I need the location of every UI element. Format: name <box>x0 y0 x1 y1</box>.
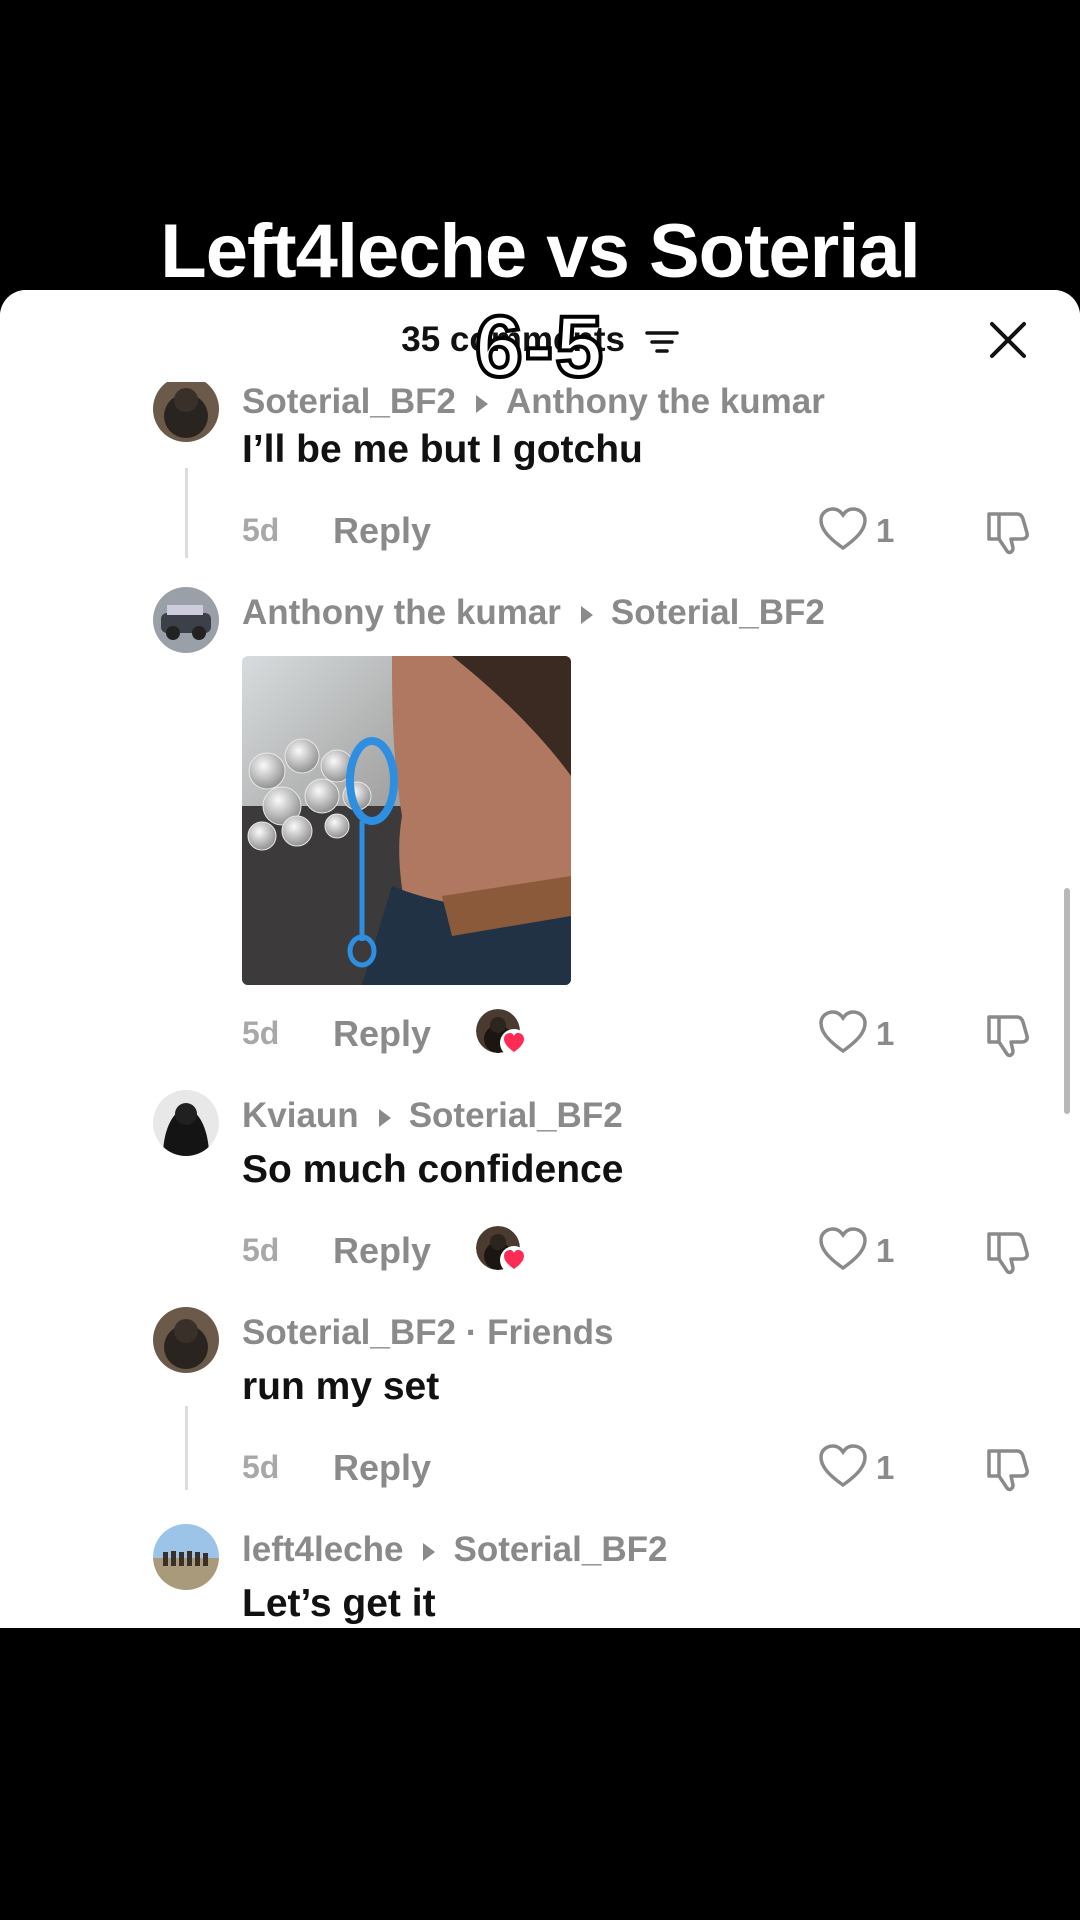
reply-to-name[interactable]: Soterial_BF2 <box>453 1530 667 1569</box>
author-name[interactable]: left4leche <box>242 1530 403 1569</box>
reply-button[interactable]: Reply <box>333 1447 431 1489</box>
comment-time: 5d <box>242 1449 280 1485</box>
reply-arrow-icon <box>423 1542 436 1561</box>
comment-text: Let’s get it <box>242 1582 436 1625</box>
author-name[interactable]: Kviaun <box>242 1096 359 1135</box>
comment-text: So much confidence <box>242 1148 624 1191</box>
reply-to-name[interactable]: Soterial_BF2 <box>611 593 825 632</box>
comment-author[interactable]: Kviaun Soterial_BF2 <box>242 1096 623 1136</box>
gif-image[interactable] <box>242 656 571 985</box>
dislike-icon[interactable] <box>983 1443 1033 1493</box>
comments-list[interactable]: Soterial_BF2 Anthony the kumar I’ll be me… <box>0 290 1080 1628</box>
score-overlay: 6-5 <box>473 297 606 397</box>
like-count: 1 <box>876 512 895 549</box>
heart-icon[interactable] <box>818 1009 868 1055</box>
creator-liked-heart-icon <box>500 1029 528 1057</box>
like-count: 1 <box>876 1232 895 1269</box>
dislike-icon[interactable] <box>983 506 1033 556</box>
creator-liked-heart-icon <box>500 1246 528 1274</box>
dislike-icon[interactable] <box>983 1226 1033 1276</box>
comment-time: 5d <box>242 512 280 548</box>
reply-to-name[interactable]: Soterial_BF2 <box>409 1096 623 1135</box>
video-title: Left4leche vs Soterial <box>160 209 920 294</box>
comment-actions: 5d Reply 1 <box>0 1009 1080 1059</box>
comment-time: 5d <box>242 1232 280 1268</box>
heart-icon[interactable] <box>818 506 868 552</box>
comment-actions: 5d Reply 1 <box>0 1443 1080 1493</box>
like-count: 1 <box>876 1449 895 1486</box>
reply-arrow-icon <box>475 394 488 413</box>
dislike-icon[interactable] <box>983 1009 1033 1059</box>
like-count: 1 <box>876 1015 895 1052</box>
comment-author[interactable]: left4leche Soterial_BF2 <box>242 1530 667 1570</box>
heart-icon[interactable] <box>818 1443 868 1489</box>
avatar[interactable] <box>153 1524 219 1590</box>
author-name[interactable]: Soterial_BF2 <box>242 1313 456 1352</box>
friends-tag: · Friends <box>465 1313 614 1352</box>
avatar[interactable] <box>153 1307 219 1373</box>
author-name[interactable]: Anthony the kumar <box>242 593 561 632</box>
comment-author[interactable]: Anthony the kumar Soterial_BF2 <box>242 593 825 633</box>
scrollbar[interactable] <box>1064 888 1070 1114</box>
heart-icon[interactable] <box>818 1226 868 1272</box>
comment-time: 5d <box>242 1015 280 1051</box>
comments-sheet: Soterial_BF2 Anthony the kumar I’ll be me… <box>0 290 1080 1628</box>
comment-actions: 5d Reply 1 <box>0 1226 1080 1276</box>
comment-actions: 5d Reply 1 <box>0 506 1080 556</box>
avatar[interactable] <box>153 1090 219 1156</box>
comment-author[interactable]: Soterial_BF2 · Friends <box>242 1313 614 1353</box>
reply-button[interactable]: Reply <box>333 1230 431 1272</box>
reply-button[interactable]: Reply <box>333 510 431 552</box>
reply-button[interactable]: Reply <box>333 1013 431 1055</box>
comment-text: I’ll be me but I gotchu <box>242 428 643 471</box>
comment-text: run my set <box>242 1365 440 1408</box>
reply-arrow-icon <box>580 605 593 624</box>
reply-arrow-icon <box>378 1108 391 1127</box>
avatar[interactable] <box>153 587 219 653</box>
